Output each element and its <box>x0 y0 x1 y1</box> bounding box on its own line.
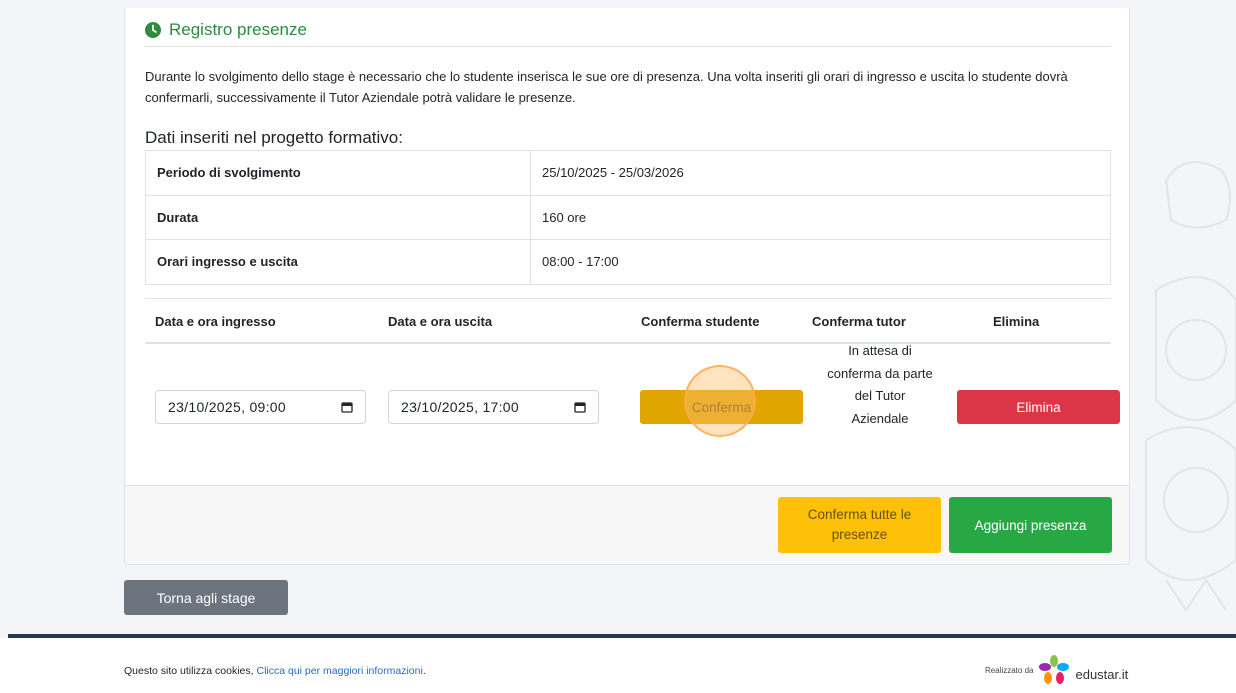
intro-text: Durante lo svolgimento dello stage è nec… <box>145 69 1068 105</box>
title-divider <box>145 46 1111 47</box>
cookie-info-link[interactable]: Clicca qui per maggiori informazioni <box>256 665 422 677</box>
attendance-header: Data e ora ingresso Data e ora uscita Co… <box>145 298 1111 344</box>
table-row: Durata 160 ore <box>145 194 1111 240</box>
header-delete: Elimina <box>993 314 1040 329</box>
row-label: Orari ingresso e uscita <box>145 239 531 285</box>
tutor-status: In attesa di conferma da parte del Tutor… <box>827 343 933 426</box>
delete-button[interactable]: Elimina <box>957 390 1120 424</box>
row-value: 25/10/2025 - 25/03/2026 <box>530 150 1111 196</box>
header-entry: Data e ora ingresso <box>155 314 276 329</box>
header-tutor-confirm: Conferma tutor <box>812 314 906 329</box>
table-row: Periodo di svolgimento 25/10/2025 - 25/0… <box>145 150 1111 196</box>
exit-datetime-value: 23/10/2025, 17:00 <box>401 399 519 415</box>
row-label: Durata <box>145 194 531 240</box>
confirm-button[interactable]: Conferma <box>640 390 803 424</box>
edustar-logo <box>1039 655 1070 684</box>
entry-datetime-value: 23/10/2025, 09:00 <box>168 399 286 415</box>
project-table: Periodo di svolgimento 25/10/2025 - 25/0… <box>145 150 1111 285</box>
table-row: Orari ingresso e uscita 08:00 - 17:00 <box>145 239 1111 285</box>
back-to-stages-button[interactable]: Torna agli stage <box>124 580 288 615</box>
clock-icon <box>145 22 161 38</box>
crest-watermark <box>1145 161 1236 612</box>
project-heading: Dati inseriti nel progetto formativo: <box>145 128 403 147</box>
attendance-card: Registro presenze Durante lo svolgimento… <box>124 8 1130 565</box>
card-footer: Conferma tutte le presenze Aggiungi pres… <box>125 485 1129 564</box>
calendar-icon[interactable] <box>341 401 353 413</box>
exit-datetime-input[interactable]: 23/10/2025, 17:00 <box>388 390 599 424</box>
cookie-text: Questo sito utilizza cookies, <box>124 665 257 677</box>
section-title-text: Registro presenze <box>169 20 307 39</box>
entry-datetime-input[interactable]: 23/10/2025, 09:00 <box>155 390 366 424</box>
row-label: Periodo di svolgimento <box>145 150 531 196</box>
calendar-icon[interactable] <box>574 401 586 413</box>
cookie-notice: Questo sito utilizza cookies, Clicca qui… <box>124 665 426 677</box>
header-exit: Data e ora uscita <box>388 314 493 329</box>
credit[interactable]: Realizzato da edustar.it <box>985 655 1128 685</box>
confirm-all-button[interactable]: Conferma tutte le presenze <box>778 497 941 553</box>
cookie-end: . <box>422 665 426 677</box>
row-value: 160 ore <box>530 194 1111 240</box>
site-footer: Questo sito utilizza cookies, Clicca qui… <box>0 638 1236 693</box>
header-student-confirm: Conferma studente <box>641 314 760 329</box>
credit-prefix: Realizzato da <box>985 665 1034 675</box>
section-title: Registro presenze <box>145 20 307 40</box>
add-attendance-button[interactable]: Aggiungi presenza <box>949 497 1112 553</box>
credit-brand: edustar.it <box>1075 666 1129 682</box>
row-value: 08:00 - 17:00 <box>530 239 1111 285</box>
